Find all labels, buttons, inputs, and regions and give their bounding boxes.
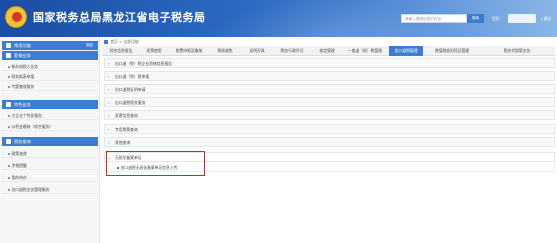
sidebar-section-common[interactable]: 常用功能 收起 <box>2 41 98 50</box>
bullet-icon <box>8 189 10 191</box>
highlight-box <box>106 151 205 176</box>
sidebar-item-label: 涉税提醒 <box>11 163 27 168</box>
site-title: 国家税务总局黑龙江省电子税务局 <box>33 11 206 24</box>
user-name-box[interactable] <box>508 14 536 23</box>
bullet-icon <box>8 66 10 68</box>
left-sidebar: 常用功能 收起 套餐业务 新办纳税人业务 财务报表申报 专题套餐服务 特色业务 … <box>0 37 100 243</box>
collapse-link[interactable]: 收起 <box>86 41 93 50</box>
sidebar-item-label: 大企业个性化服务 <box>11 113 42 118</box>
function-tabs: 综合信息报告 发票使用 税费申报及缴纳 税收减免 证明开具 税务行政许可 核定管… <box>102 46 555 56</box>
logout-link[interactable]: | 退出 <box>541 16 551 22</box>
sidebar-item-label: 政策速递 <box>11 151 27 156</box>
sidebar-item[interactable]: 政策速递 <box>2 149 98 158</box>
sidebar-item[interactable]: 我的待办 <box>2 173 98 182</box>
sidebar-section-special[interactable]: 特色业务 <box>2 100 98 109</box>
breadcrumb: 首页 > 全部功能 <box>104 38 139 45</box>
sidebar-item[interactable]: 出口退税业务管理服务 <box>2 185 98 194</box>
tab-custody[interactable]: 税务代保管业务 <box>480 46 554 56</box>
sidebar-item[interactable]: 专题套餐服务 <box>2 82 98 91</box>
breadcrumb-home[interactable]: 首页 <box>110 39 118 44</box>
accordion-label: 出口退税证明申请 <box>115 87 146 92</box>
tab-certificate[interactable]: 证明开具 <box>242 46 272 56</box>
bullet-icon <box>8 126 10 128</box>
accordion-row[interactable]: › 发票信息查询 <box>104 110 555 120</box>
home-icon <box>104 40 108 44</box>
sidebar-item-label: 专题套餐服务 <box>11 84 35 89</box>
chevron-right-icon: › <box>108 87 110 92</box>
breadcrumb-separator: > <box>119 39 123 44</box>
accordion-label: 专用税票查询 <box>115 127 138 132</box>
top-header: 国家税务总局黑龙江省电子税务局 请输入搜索信息的内容 搜索 您好 | 退出 <box>0 0 557 37</box>
accordion-row[interactable]: › 其他查询 <box>104 137 555 147</box>
sidebar-item-label: 我的待办 <box>11 175 27 180</box>
sidebar-item-label: 新办纳税人业务 <box>11 64 39 69</box>
chevron-right-icon: › <box>108 140 110 145</box>
bullet-icon <box>8 86 10 88</box>
chevron-right-icon: › <box>108 127 110 132</box>
section-icon <box>6 53 11 58</box>
sidebar-item[interactable]: 新办纳税人业务 <box>2 62 98 71</box>
bullet-icon <box>8 115 10 117</box>
sidebar-item-label: 公积金缴纳（综合服务） <box>11 124 54 129</box>
section-icon <box>6 43 11 48</box>
sidebar-section-package[interactable]: 套餐业务 <box>2 51 98 60</box>
tab-tax-relief[interactable]: 税收减免 <box>210 46 240 56</box>
bullet-icon <box>8 165 10 167</box>
tab-tax-filing[interactable]: 税费申报及缴纳 <box>170 46 208 56</box>
sidebar-section-query[interactable]: 税务查询 <box>2 137 98 146</box>
section-label: 税务查询 <box>14 139 31 144</box>
bullet-icon <box>8 177 10 179</box>
sidebar-item[interactable]: 大企业个性化服务 <box>2 111 98 120</box>
sidebar-item[interactable]: 公积金缴纳（综合服务） <box>2 122 98 131</box>
tab-vat-deduction[interactable]: 增值税抵扣凭证管理 <box>426 46 478 56</box>
tab-export-refund[interactable]: 出口退税管理 <box>389 46 423 56</box>
accordion-row[interactable]: › 出口退（免）税企业资格信息报告 <box>104 58 555 68</box>
search-input[interactable]: 请输入搜索信息的内容 <box>401 14 467 23</box>
tab-admin-permit[interactable]: 税务行政许可 <box>274 46 310 56</box>
accordion-row[interactable]: › 出口退税相关服务 <box>104 97 555 107</box>
breadcrumb-current: 全部功能 <box>123 39 139 44</box>
section-icon <box>6 139 11 144</box>
section-icon <box>6 102 11 107</box>
sidebar-item-label: 出口退税业务管理服务 <box>11 187 50 192</box>
accordion-row[interactable]: › 出口退（免）税申报 <box>104 71 555 81</box>
sidebar-item-label: 财务报表申报 <box>11 74 35 79</box>
sidebar-item[interactable]: 财务报表申报 <box>2 72 98 81</box>
sidebar-item[interactable]: 涉税提醒 <box>2 161 98 170</box>
tab-general-info[interactable]: 综合信息报告 <box>104 46 138 56</box>
tab-invoice[interactable]: 发票使用 <box>140 46 168 56</box>
tab-refund[interactable]: 一般退（抵）税管理 <box>344 46 386 56</box>
section-label: 常用功能 <box>14 43 31 48</box>
accordion-label: 出口退（免）税申报 <box>115 74 150 79</box>
chevron-right-icon: › <box>108 61 110 66</box>
section-label: 套餐业务 <box>14 53 31 58</box>
tax-bureau-logo-icon <box>5 6 27 28</box>
chevron-right-icon: › <box>108 74 110 79</box>
chevron-right-icon: › <box>108 113 110 118</box>
accordion-row[interactable]: › 出口退税证明申请 <box>104 84 555 94</box>
accordion-label: 发票信息查询 <box>115 113 138 118</box>
tab-assessment[interactable]: 核定管理 <box>312 46 342 56</box>
chevron-right-icon: › <box>108 100 110 105</box>
accordion-row[interactable]: › 专用税票查询 <box>104 124 555 134</box>
accordion-label: 出口退税相关服务 <box>115 100 146 105</box>
accordion-label: 其他查询 <box>115 140 131 145</box>
search-button[interactable]: 搜索 <box>467 14 484 23</box>
accordion-label: 出口退（免）税企业资格信息报告 <box>115 61 172 66</box>
bullet-icon <box>8 76 10 78</box>
user-greeting: 您好 <box>492 16 500 21</box>
section-label: 特色业务 <box>14 102 31 107</box>
bullet-icon <box>8 153 10 155</box>
